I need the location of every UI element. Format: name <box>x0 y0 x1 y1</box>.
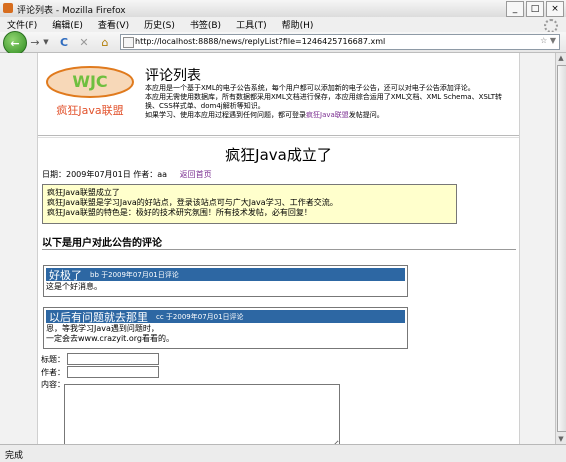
back-icon: ← <box>10 36 20 50</box>
comments-divider <box>42 249 516 250</box>
menu-file[interactable]: 文件(F) <box>7 18 37 31</box>
menu-help[interactable]: 帮助(H) <box>282 18 314 31</box>
article-author: 作者：aa <box>133 170 168 179</box>
description-line-3: 如果学习、使用本应用过程遇到任何问题，都可登录疯狂Java联盟发帖提问。 <box>145 111 510 120</box>
author-label: 作者： <box>41 367 65 377</box>
author-row: 作者： <box>41 366 159 378</box>
comment-header: 以后有问题就去那里 cc 于2009年07月01日评论 <box>46 310 405 324</box>
content-textarea[interactable] <box>64 384 340 444</box>
menu-bookmarks[interactable]: 书签(B) <box>190 18 221 31</box>
author-input[interactable] <box>67 366 159 378</box>
comment-line: 恩，等我学习Java遇到问题时， <box>46 324 159 333</box>
description-line-1: 本应用是一个基于XML的电子公告系统，每个用户都可以添加新的电子公告，还可以对电… <box>145 84 475 92</box>
article-meta: 日期：2009年07月01日 作者：aa 返回首页 <box>42 169 212 180</box>
title-label: 标题： <box>41 354 65 364</box>
menu-view[interactable]: 查看(V) <box>98 18 129 31</box>
dropdown-icon: ▼ <box>43 38 49 46</box>
menu-tools[interactable]: 工具(T) <box>236 18 267 31</box>
navigation-toolbar: ← → ▼ C ✕ ⌂ ☆ ▼ <box>0 31 566 55</box>
comment-header: 好极了 bb 于2009年07月01日评论 <box>46 268 405 282</box>
scrollbar-thumb[interactable] <box>557 65 566 432</box>
reload-icon: C <box>59 35 69 49</box>
window-controls: _ □ × <box>506 1 564 17</box>
menu-edit[interactable]: 编辑(E) <box>52 18 83 31</box>
comment-title: 好极了 <box>49 268 82 282</box>
status-bar: 完成 <box>0 444 566 462</box>
article-body: 疯狂Java联盟成立了 疯狂Java联盟是学习Java的好站点，登录该站点可与广… <box>42 184 457 224</box>
back-button[interactable]: ← <box>3 31 27 55</box>
comment-body: 这是个好消息。 <box>46 282 102 291</box>
logo-subtitle: 疯狂Java联盟 <box>56 103 123 117</box>
address-bar[interactable]: ☆ ▼ <box>120 34 560 50</box>
comment-card: 好极了 bb 于2009年07月01日评论 这是个好消息。 <box>43 265 408 297</box>
comments-section-title: 以下是用户对此公告的评论 <box>42 238 162 249</box>
stop-icon: ✕ <box>79 35 89 49</box>
description-line-2: 本应用无需使用数据库，所有数据都采用XML文档进行保存，本应用综合运用了XML文… <box>145 93 503 110</box>
header-divider-light <box>38 137 519 138</box>
close-button[interactable]: × <box>546 1 564 17</box>
vertical-scrollbar[interactable]: ▲ ▼ <box>555 53 566 444</box>
crazyjava-link[interactable]: 疯狂Java联盟 <box>306 111 349 119</box>
comment-meta: cc 于2009年07月01日评论 <box>156 312 244 321</box>
url-dropdown-icon[interactable]: ☆ ▼ <box>540 36 556 45</box>
article-date: 日期：2009年07月01日 <box>42 170 131 179</box>
menu-history[interactable]: 历史(S) <box>144 18 175 31</box>
scroll-up-icon[interactable]: ▲ <box>556 53 566 63</box>
forward-button[interactable]: → <box>27 34 43 50</box>
window-title: 评论列表 - Mozilla Firefox <box>17 6 126 16</box>
article-body-line: 疯狂Java联盟成立了 <box>47 188 120 197</box>
maximize-button[interactable]: □ <box>526 1 544 17</box>
minimize-button[interactable]: _ <box>506 1 524 17</box>
header-description: 本应用是一个基于XML的电子公告系统，每个用户都可以添加新的电子公告，还可以对电… <box>145 84 510 120</box>
page-viewport: WJC 疯狂Java联盟 评论列表 本应用是一个基于XML的电子公告系统，每个用… <box>0 53 556 444</box>
header-divider <box>38 135 519 136</box>
comment-body: 恩，等我学习Java遇到问题时， 一定会去www.crazyit.org看看的。 <box>46 324 405 344</box>
article-body-line: 疯狂Java联盟的特色是：极好的技术研究氛围！所有技术发帖，必有回复！ <box>47 208 312 217</box>
article-title: 疯狂Java成立了 <box>225 146 332 164</box>
loading-throbber-icon <box>544 19 558 33</box>
scroll-down-icon[interactable]: ▼ <box>556 434 566 444</box>
comment-title: 以后有问题就去那里 <box>49 310 148 324</box>
content-label: 内容： <box>41 380 65 389</box>
back-home-link[interactable]: 返回首页 <box>180 170 212 179</box>
home-icon: ⌂ <box>101 35 109 49</box>
title-row: 标题： <box>41 353 159 365</box>
title-input[interactable] <box>67 353 159 365</box>
comment-line: 一定会去www.crazyit.org看看的。 <box>46 334 174 343</box>
logo-mark-text: WJC <box>72 72 107 91</box>
reload-button[interactable]: C <box>56 34 72 50</box>
home-button[interactable]: ⌂ <box>97 34 113 50</box>
comment-card: 以后有问题就去那里 cc 于2009年07月01日评论 恩，等我学习Java遇到… <box>43 307 408 349</box>
page-icon <box>123 37 134 48</box>
forward-icon: → <box>30 35 40 49</box>
url-input[interactable] <box>135 35 525 48</box>
window-titlebar: 评论列表 - Mozilla Firefox _ □ × <box>0 0 566 18</box>
status-text: 完成 <box>5 451 24 461</box>
article-body-line: 疯狂Java联盟是学习Java的好站点，登录该站点可与广大Java学习、工作者交… <box>47 198 338 207</box>
description-line-3-suffix: 发帖提问。 <box>348 111 384 119</box>
menu-bar: 文件(F) 编辑(E) 查看(V) 历史(S) 书签(B) 工具(T) 帮助(H… <box>0 17 566 33</box>
wjc-logo: WJC 疯狂Java联盟 <box>46 66 134 117</box>
stop-button[interactable]: ✕ <box>76 34 92 50</box>
page-container: WJC 疯狂Java联盟 评论列表 本应用是一个基于XML的电子公告系统，每个用… <box>37 53 520 444</box>
description-line-3-prefix: 如果学习、使用本应用过程遇到任何问题，都可登录 <box>145 111 306 119</box>
comment-meta: bb 于2009年07月01日评论 <box>90 270 179 279</box>
history-dropdown-button[interactable]: ▼ <box>42 34 50 50</box>
firefox-icon <box>3 3 13 13</box>
page-title: 评论列表 <box>145 68 201 84</box>
